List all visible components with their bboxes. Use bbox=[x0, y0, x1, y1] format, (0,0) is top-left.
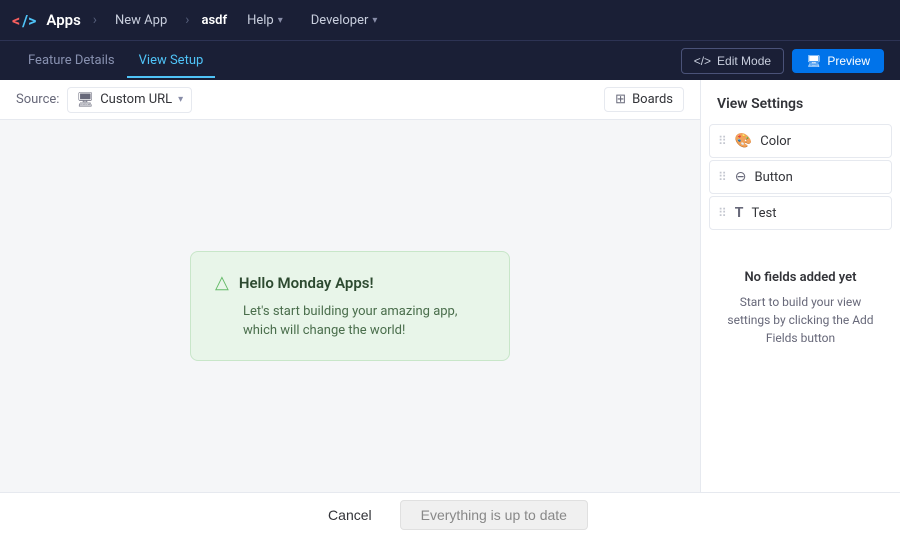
preview-button[interactable]: 🖥 Preview bbox=[792, 49, 884, 73]
field-list: ⠿ 🎨 Color ⠿ ⊖ Button ⠿ T Test bbox=[701, 124, 900, 230]
up-to-date-button: Everything is up to date bbox=[400, 500, 588, 530]
field-label-color: Color bbox=[760, 134, 791, 149]
canvas: △ Hello Monday Apps! Let's start buildin… bbox=[0, 120, 700, 492]
right-panel: View Settings ⠿ 🎨 Color ⠿ ⊖ Button ⠿ T T… bbox=[700, 80, 900, 492]
source-chevron-icon: ▾ bbox=[178, 94, 183, 105]
nav-current-page: asdf bbox=[201, 13, 227, 28]
no-fields-title: No fields added yet bbox=[744, 270, 856, 285]
logo-left: < bbox=[12, 11, 20, 30]
warning-icon: △ bbox=[215, 272, 229, 293]
edit-mode-icon: </> bbox=[694, 54, 711, 68]
separator-2: › bbox=[185, 12, 189, 28]
hello-card-body: Let's start building your amazing app, w… bbox=[215, 303, 485, 339]
field-label-button: Button bbox=[755, 170, 793, 185]
boards-button[interactable]: ⊞ Boards bbox=[604, 87, 684, 112]
hello-card-title: Hello Monday Apps! bbox=[239, 274, 374, 292]
source-label: Source: bbox=[16, 92, 59, 107]
source-selector[interactable]: 🖥 Custom URL ▾ bbox=[67, 87, 192, 113]
sub-nav: Feature Details View Setup </> Edit Mode… bbox=[0, 40, 900, 80]
monitor-small-icon: 🖥 bbox=[76, 92, 94, 108]
tab-feature-details[interactable]: Feature Details bbox=[16, 45, 127, 78]
brand-label[interactable]: Apps bbox=[46, 11, 80, 29]
button-field-icon: ⊖ bbox=[735, 169, 747, 185]
drag-handle-icon: ⠿ bbox=[718, 134, 727, 148]
logo-right: /> bbox=[22, 11, 36, 30]
logo: < /> bbox=[12, 11, 36, 30]
drag-handle-icon-2: ⠿ bbox=[718, 170, 727, 184]
chevron-down-icon-2: ▾ bbox=[372, 15, 377, 26]
help-label: Help bbox=[247, 13, 274, 28]
developer-menu[interactable]: Developer ▾ bbox=[303, 9, 386, 32]
hello-card-header: △ Hello Monday Apps! bbox=[215, 272, 485, 293]
source-value: Custom URL bbox=[100, 92, 172, 107]
separator-1: › bbox=[93, 12, 97, 28]
color-field-icon: 🎨 bbox=[735, 133, 752, 149]
edit-mode-button[interactable]: </> Edit Mode bbox=[681, 48, 784, 74]
text-field-icon: T bbox=[735, 205, 744, 221]
bottom-bar: Cancel Everything is up to date bbox=[0, 492, 900, 536]
developer-label: Developer bbox=[311, 13, 369, 28]
nav-new-app[interactable]: New App bbox=[109, 9, 173, 32]
hello-card: △ Hello Monday Apps! Let's start buildin… bbox=[190, 251, 510, 360]
help-menu[interactable]: Help ▾ bbox=[239, 9, 291, 32]
main-layout: Source: 🖥 Custom URL ▾ ⊞ Boards △ Hello … bbox=[0, 80, 900, 492]
field-item-color[interactable]: ⠿ 🎨 Color bbox=[709, 124, 892, 158]
drag-handle-icon-3: ⠿ bbox=[718, 206, 727, 220]
content-toolbar: Source: 🖥 Custom URL ▾ ⊞ Boards bbox=[0, 80, 700, 120]
field-item-test[interactable]: ⠿ T Test bbox=[709, 196, 892, 230]
cancel-button[interactable]: Cancel bbox=[312, 501, 388, 529]
monitor-icon: 🖥 bbox=[806, 54, 821, 68]
field-label-test: Test bbox=[751, 206, 776, 221]
grid-icon: ⊞ bbox=[615, 92, 626, 107]
field-item-button[interactable]: ⠿ ⊖ Button bbox=[709, 160, 892, 194]
top-nav: < /> Apps › New App › asdf Help ▾ Develo… bbox=[0, 0, 900, 40]
tab-view-setup[interactable]: View Setup bbox=[127, 45, 216, 78]
no-fields-desc: Start to build your view settings by cli… bbox=[717, 293, 884, 347]
sub-nav-actions: </> Edit Mode 🖥 Preview bbox=[681, 48, 884, 74]
panel-title: View Settings bbox=[701, 96, 900, 124]
content-area: Source: 🖥 Custom URL ▾ ⊞ Boards △ Hello … bbox=[0, 80, 700, 492]
chevron-down-icon: ▾ bbox=[278, 15, 283, 26]
no-fields-section: No fields added yet Start to build your … bbox=[701, 254, 900, 363]
